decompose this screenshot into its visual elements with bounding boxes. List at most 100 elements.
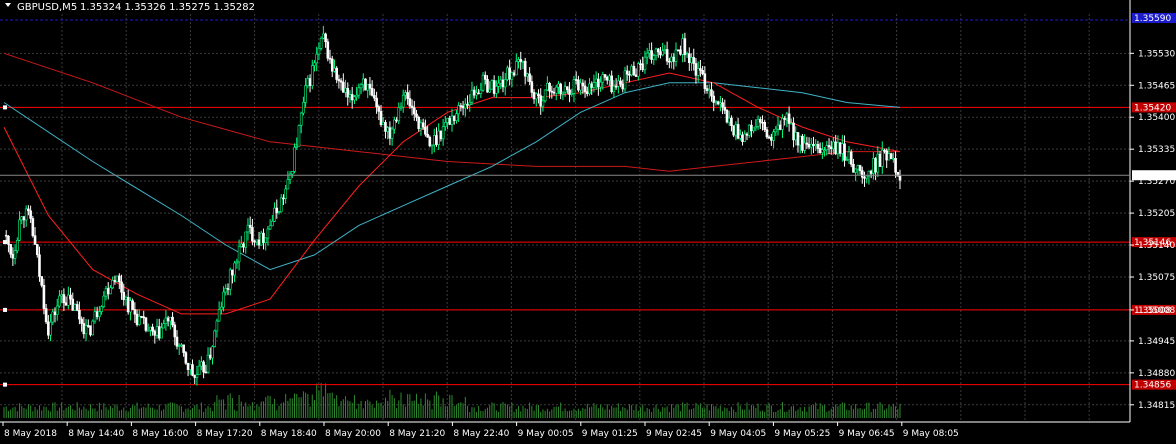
candle-body: [836, 142, 840, 155]
candle-body: [118, 275, 121, 283]
time-tick-label: 8 May 21:20: [389, 429, 445, 439]
candle-body: [701, 70, 704, 75]
candle-body: [408, 98, 412, 107]
candle-body: [534, 93, 538, 100]
candle-body: [860, 170, 864, 178]
candle-body: [284, 188, 287, 199]
price-tick-label: 1.35205: [1138, 209, 1175, 219]
candle-body: [594, 78, 598, 83]
candle-body: [674, 49, 678, 62]
candle-body: [809, 143, 813, 148]
candle-body: [64, 302, 68, 306]
time-tick-label: 8 May 22:40: [453, 429, 509, 439]
candle-body: [395, 119, 398, 122]
candle-body: [144, 317, 148, 331]
candle-body: [579, 82, 582, 91]
candle-body: [129, 300, 132, 313]
candle-body: [444, 122, 447, 127]
candle-body: [854, 168, 857, 173]
candle-body: [739, 134, 742, 139]
price-tick-label: 1.35530: [1138, 49, 1175, 59]
candle-body: [699, 68, 702, 71]
candle-body: [721, 102, 724, 108]
level-handle-icon[interactable]: [3, 307, 7, 312]
candle-body: [856, 165, 860, 170]
candle-body: [446, 118, 449, 123]
level-handle-icon[interactable]: [3, 382, 7, 387]
candle-body: [783, 118, 786, 120]
candle-body: [16, 239, 19, 251]
price-chart[interactable]: 1.354201.351461.350081.34856 1.355301.35…: [0, 0, 1176, 444]
candle-body: [131, 300, 134, 310]
candle-body: [676, 49, 680, 52]
candle-body: [878, 153, 882, 167]
candle-body: [346, 87, 350, 98]
candle-body: [122, 291, 126, 301]
candle-body: [24, 208, 28, 221]
candle-body: [115, 275, 119, 282]
candle-body: [475, 92, 478, 96]
candle-body: [364, 78, 367, 91]
candle-body: [11, 253, 15, 259]
candle-body: [450, 115, 454, 125]
candle-body: [603, 74, 607, 78]
candle-body: [308, 78, 312, 87]
candle-body: [295, 145, 299, 148]
candle-body: [599, 81, 602, 88]
price-tick-label: 1.35008: [1138, 306, 1175, 316]
candle-body: [486, 79, 489, 93]
candle-body: [80, 318, 83, 324]
candle-body: [563, 86, 567, 93]
candle-body: [142, 316, 146, 319]
candle-body: [111, 280, 114, 289]
candle-body: [452, 115, 456, 121]
time-tick-label: 9 May 04:05: [710, 429, 766, 439]
level-handle-icon[interactable]: [3, 105, 7, 110]
candle-body: [259, 232, 263, 246]
candle-body: [805, 142, 809, 145]
time-tick-label: 9 May 06:45: [839, 429, 895, 439]
time-tick-label: 9 May 08:05: [903, 429, 959, 439]
candle-body: [401, 94, 405, 108]
candle-body: [390, 128, 394, 139]
candle-body: [51, 311, 55, 323]
level-price-label: 1.34856: [1134, 381, 1171, 391]
candle-body: [472, 89, 476, 96]
candle-body: [370, 88, 374, 96]
candle-body: [322, 33, 325, 39]
candle-body: [716, 101, 720, 105]
candle-body: [747, 124, 751, 136]
candle-body: [421, 122, 425, 128]
candle-body: [561, 91, 565, 95]
candle-body: [109, 287, 112, 295]
candle-body: [319, 37, 323, 49]
candle-body: [874, 158, 877, 173]
candle-body: [605, 77, 609, 81]
candle-body: [359, 84, 363, 89]
candle-body: [577, 79, 580, 91]
candle-body: [237, 246, 241, 263]
candle-body: [135, 313, 139, 325]
candle-body: [306, 78, 310, 87]
candle-body: [696, 68, 700, 76]
candle-body: [495, 86, 498, 94]
candle-body: [217, 309, 221, 322]
candle-body: [9, 244, 12, 255]
candle-body: [213, 330, 216, 347]
time-tick-label: 8 May 16:00: [132, 429, 188, 439]
candle-body: [590, 83, 594, 88]
candle-body: [670, 56, 673, 62]
candle-body: [554, 86, 558, 94]
candle-body: [262, 232, 265, 244]
candle-body: [22, 216, 26, 221]
candle-body: [215, 320, 219, 332]
candle-body: [226, 288, 230, 290]
candle-body: [297, 125, 301, 147]
candle-body: [126, 296, 130, 313]
candle-body: [73, 304, 77, 311]
candle-body: [681, 38, 684, 55]
candle-body: [825, 145, 829, 151]
time-tick-label: 8 May 2018: [4, 429, 57, 439]
candle-body: [182, 344, 185, 353]
candle-body: [801, 135, 804, 151]
